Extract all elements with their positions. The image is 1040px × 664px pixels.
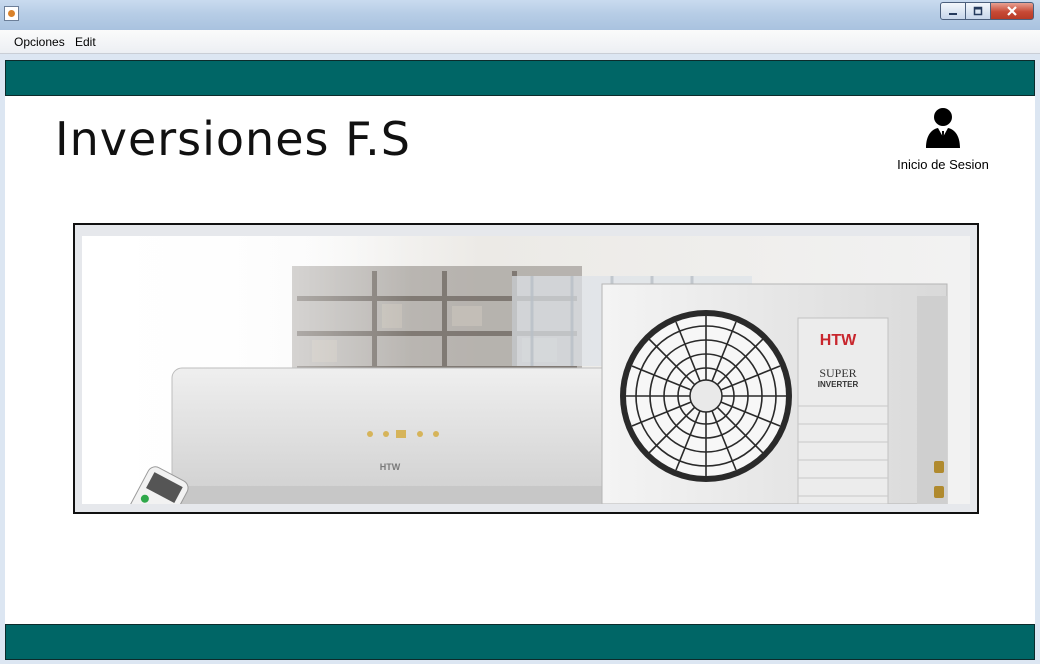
menu-edit[interactable]: Edit (75, 35, 96, 49)
indoor-logo: HTW (380, 462, 401, 472)
title-bar[interactable] (0, 0, 1040, 30)
outdoor-logo: HTW (820, 332, 857, 349)
product-banner: HTW HTW SUPER INVERTER (82, 236, 970, 504)
login-label: Inicio de Sesion (897, 157, 989, 172)
brand-title: Inversiones F.S (55, 112, 411, 166)
java-cup-icon[interactable] (4, 6, 19, 21)
close-icon[interactable] (990, 2, 1034, 20)
menu-opciones[interactable]: Opciones (14, 35, 65, 49)
login-button[interactable]: Inicio de Sesion (891, 106, 995, 172)
product-banner-frame: HTW HTW SUPER INVERTER (73, 223, 979, 514)
header-bar (5, 60, 1035, 96)
minimize-icon[interactable] (940, 2, 966, 20)
footer-bar (5, 624, 1035, 660)
air-conditioner-image: HTW HTW SUPER INVERTER (82, 236, 948, 504)
outdoor-line-2: INVERTER (818, 380, 859, 389)
window-controls (940, 2, 1034, 20)
main-panel: Inversiones F.S Inicio de Sesion HTW HTW… (5, 60, 1035, 660)
outdoor-line-1: SUPER (819, 366, 856, 380)
menu-bar: Opciones Edit (0, 30, 1040, 54)
maximize-icon[interactable] (965, 2, 991, 20)
user-icon[interactable] (924, 106, 962, 150)
